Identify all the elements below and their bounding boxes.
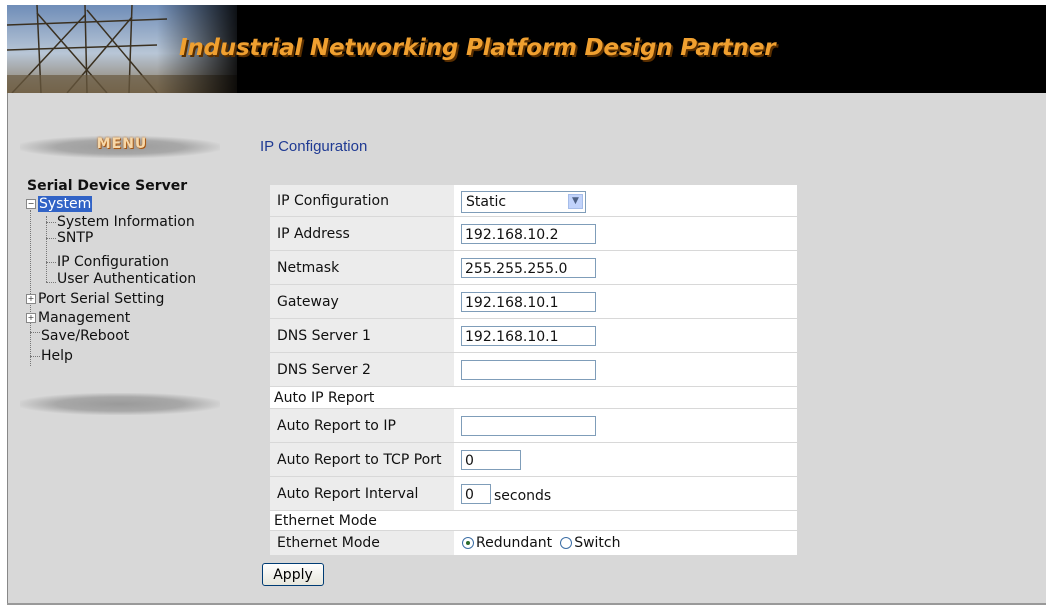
- sidebar-item-label: Port Serial Setting: [38, 291, 165, 307]
- sidebar-item-label: Save/Reboot: [41, 328, 130, 344]
- sidebar-item-label: System Information: [57, 214, 195, 230]
- row-auto-ip-report-header: Auto IP Report: [270, 387, 797, 409]
- sidebar-item-save-reboot[interactable]: Save/Reboot: [41, 329, 129, 344]
- ip-address-input[interactable]: 192.168.10.2: [461, 224, 596, 244]
- sidebar-item-port-serial-setting[interactable]: + Port Serial Setting: [26, 292, 164, 307]
- expand-icon[interactable]: +: [26, 313, 36, 323]
- ip-configuration-select[interactable]: Static ▼: [461, 191, 586, 213]
- chevron-down-icon[interactable]: ▼: [568, 194, 583, 209]
- menu-footer-bar: [20, 393, 220, 415]
- radio-redundant[interactable]: [462, 537, 474, 549]
- netmask-input[interactable]: 255.255.255.0: [461, 258, 596, 278]
- sidebar-item-system-information[interactable]: System Information: [57, 215, 195, 230]
- sidebar-item-user-authentication[interactable]: User Authentication: [57, 272, 196, 287]
- unit-label: seconds: [494, 488, 552, 504]
- sidebar-item-ip-configuration[interactable]: IP Configuration: [57, 255, 169, 270]
- row-ip-configuration: IP Configuration Static ▼: [270, 185, 797, 217]
- row-auto-report-ip: Auto Report to IP: [270, 409, 797, 443]
- sidebar-item-label: User Authentication: [57, 271, 197, 287]
- dns-server-2-input[interactable]: [461, 360, 596, 380]
- sidebar-item-sntp[interactable]: SNTP: [57, 231, 93, 246]
- sidebar-item-label: Management: [38, 310, 131, 326]
- header-banner: Industrial Networking Platform Design Pa…: [7, 5, 1046, 93]
- radio-switch[interactable]: [560, 537, 573, 549]
- row-dns-server-1: DNS Server 1 192.168.10.1: [270, 319, 797, 353]
- apply-button[interactable]: Apply: [262, 563, 324, 586]
- field-label: Auto Report to IP: [270, 409, 454, 442]
- radio-label: Redundant: [476, 535, 553, 551]
- sidebar-item-label: IP Configuration: [57, 254, 169, 270]
- sidebar-item-management[interactable]: + Management: [26, 311, 130, 326]
- sidebar-item-system[interactable]: − System: [26, 196, 93, 212]
- auto-report-interval-input[interactable]: 0: [461, 484, 491, 504]
- field-label: IP Configuration: [270, 185, 454, 216]
- field-label: DNS Server 2: [270, 353, 454, 386]
- sidebar-item-label: SNTP: [57, 230, 94, 246]
- field-label: Netmask: [270, 251, 454, 284]
- row-dns-server-2: DNS Server 2: [270, 353, 797, 387]
- banner-title: Industrial Networking Platform Design Pa…: [179, 35, 776, 61]
- collapse-icon[interactable]: −: [26, 199, 36, 209]
- expand-icon[interactable]: +: [26, 294, 36, 304]
- field-label: Gateway: [270, 285, 454, 318]
- dns-server-1-input[interactable]: 192.168.10.1: [461, 326, 596, 346]
- field-label: DNS Server 1: [270, 319, 454, 352]
- menu-label: MENU: [96, 136, 148, 152]
- row-auto-report-interval: Auto Report Interval 0 seconds: [270, 477, 797, 511]
- field-label: Auto Report to TCP Port: [270, 443, 454, 476]
- radio-label: Switch: [574, 535, 621, 551]
- row-ethernet-mode-header: Ethernet Mode: [270, 511, 797, 531]
- field-label: Auto Report Interval: [270, 477, 454, 510]
- section-header: Auto IP Report: [270, 387, 797, 408]
- sidebar-item-label: Help: [41, 348, 73, 364]
- section-header: Ethernet Mode: [270, 511, 797, 530]
- row-ethernet-mode: Ethernet Mode Redundant Switch: [270, 531, 797, 555]
- row-gateway: Gateway 192.168.10.1: [270, 285, 797, 319]
- row-ip-address: IP Address 192.168.10.2: [270, 217, 797, 251]
- sidebar-item-help[interactable]: Help: [41, 349, 73, 364]
- row-netmask: Netmask 255.255.255.0: [270, 251, 797, 285]
- page: Industrial Networking Platform Design Pa…: [0, 0, 1046, 605]
- auto-report-ip-input[interactable]: [461, 416, 596, 436]
- gateway-input[interactable]: 192.168.10.1: [461, 292, 596, 312]
- row-auto-report-tcp-port: Auto Report to TCP Port 0: [270, 443, 797, 477]
- tree-root: Serial Device Server: [27, 178, 188, 194]
- field-label: IP Address: [270, 217, 454, 250]
- field-label: Ethernet Mode: [270, 531, 454, 555]
- auto-report-tcp-port-input[interactable]: 0: [461, 450, 521, 470]
- page-title: IP Configuration: [260, 138, 368, 155]
